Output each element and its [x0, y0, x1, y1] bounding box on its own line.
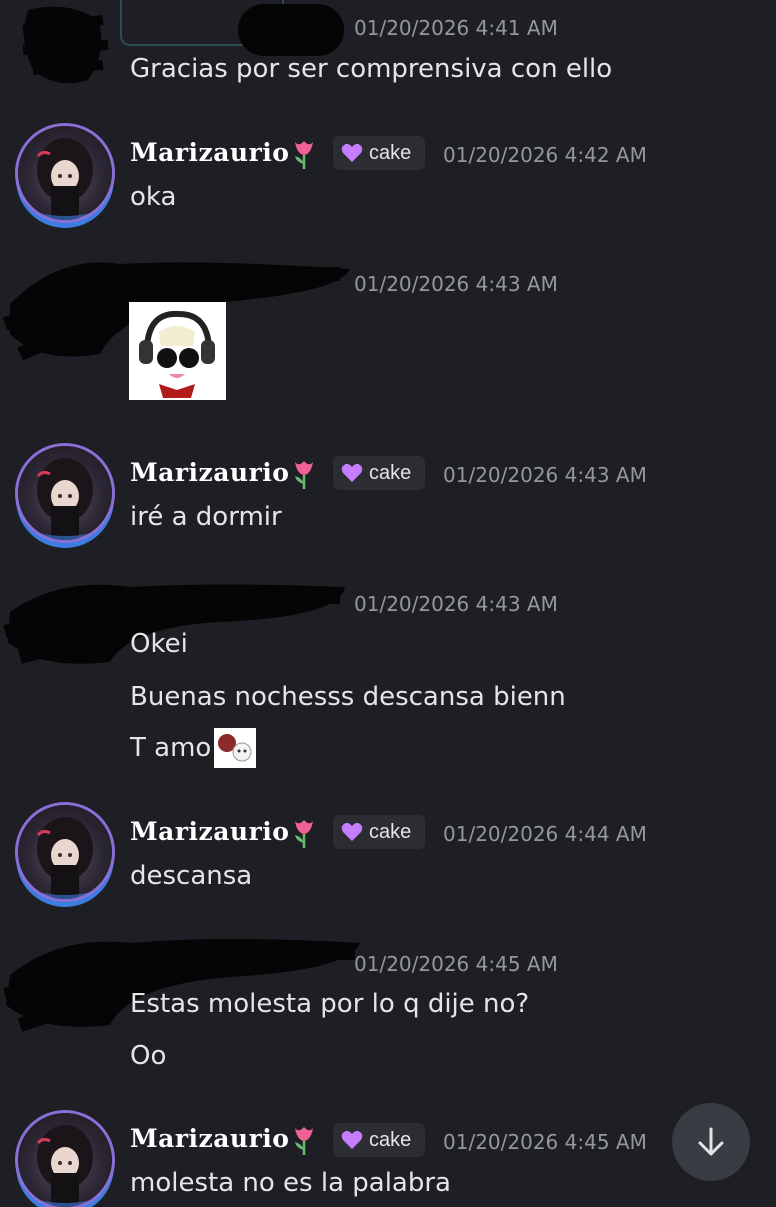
username[interactable]: Marizaurio [130, 138, 289, 167]
purple-heart-icon [341, 463, 363, 482]
avatar-art-icon [18, 1125, 112, 1207]
avatar[interactable] [18, 126, 112, 220]
role-tag[interactable]: cake [333, 456, 425, 490]
message-timestamp: 01/20/2026 4:42 AM [443, 143, 647, 167]
message-timestamp: 01/20/2026 4:44 AM [443, 822, 647, 846]
message-text: T amo [130, 733, 212, 763]
message-timestamp: 01/20/2026 4:43 AM [443, 463, 647, 487]
role-tag-label: cake [369, 820, 412, 843]
message-text: Gracias por ser comprensiva con ello [130, 54, 613, 84]
message-text: Oo [130, 1041, 167, 1071]
message-text: iré a dormir [130, 502, 282, 532]
avatar-art-icon [18, 817, 112, 899]
message-text: Estas molesta por lo q dije no? [130, 989, 530, 1019]
message-text: Okei [130, 629, 188, 659]
avatar[interactable] [18, 446, 112, 540]
sticker-art-icon [139, 310, 215, 398]
message-timestamp: 01/20/2026 4:43 AM [354, 592, 558, 616]
message-text: Buenas nochesss descansa bienn [130, 682, 566, 712]
role-tag[interactable]: cake [333, 136, 425, 170]
message-timestamp: 01/20/2026 4:45 AM [443, 1130, 647, 1154]
message-text: descansa [130, 861, 253, 891]
role-tag-label: cake [369, 461, 412, 484]
message-text: oka [130, 182, 177, 212]
role-tag[interactable]: cake [333, 1123, 425, 1157]
purple-heart-icon [341, 1130, 363, 1149]
username[interactable]: Marizaurio [130, 458, 289, 487]
redacted-username [238, 4, 344, 56]
message-timestamp: 01/20/2026 4:43 AM [354, 272, 558, 296]
arrow-down-icon [698, 1127, 724, 1156]
avatar[interactable] [18, 805, 112, 899]
message-timestamp: 01/20/2026 4:41 AM [354, 16, 558, 40]
role-tag-label: cake [369, 141, 412, 164]
tulip-icon [295, 820, 313, 848]
purple-heart-icon [341, 822, 363, 841]
tulip-icon [295, 461, 313, 489]
tulip-icon [295, 141, 313, 169]
purple-heart-icon [341, 143, 363, 162]
role-tag-label: cake [369, 1128, 412, 1151]
role-tag[interactable]: cake [333, 815, 425, 849]
avatar-art-icon [18, 458, 112, 540]
message-timestamp: 01/20/2026 4:45 AM [354, 952, 558, 976]
custom-emoji[interactable] [214, 728, 256, 768]
redacted-avatar-scribble [22, 6, 109, 84]
username[interactable]: Marizaurio [130, 1124, 289, 1153]
avatar-art-icon [18, 138, 112, 220]
avatar[interactable] [18, 1113, 112, 1207]
custom-emoji-icon [218, 734, 252, 762]
jump-to-latest-button[interactable] [672, 1103, 750, 1181]
username[interactable]: Marizaurio [130, 817, 289, 846]
message-text: molesta no es la palabra [130, 1168, 451, 1198]
tulip-icon [295, 1127, 313, 1155]
sticker-image[interactable] [129, 302, 226, 400]
